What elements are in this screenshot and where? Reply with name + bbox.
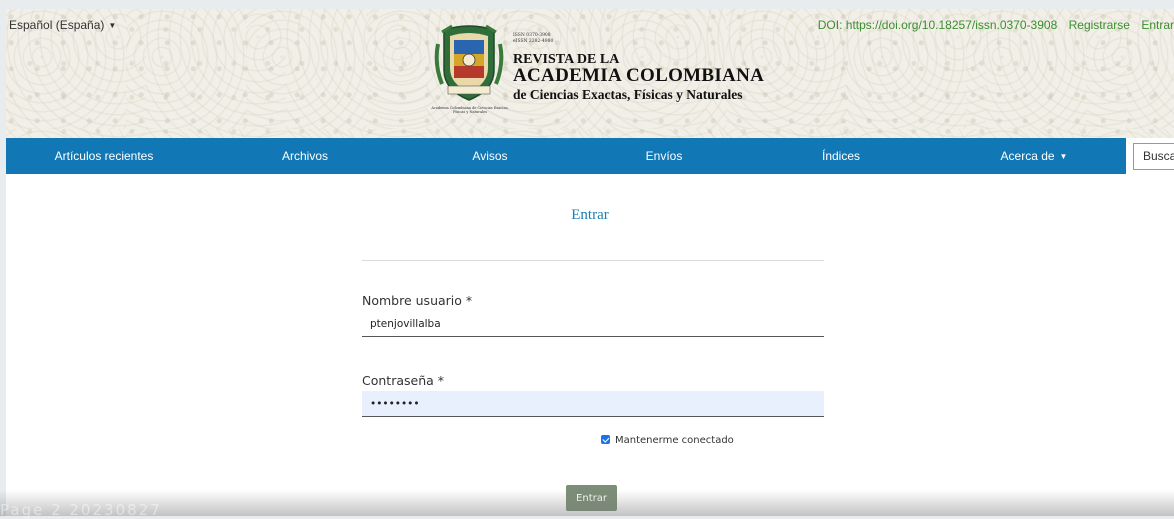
remember-me[interactable]: Mantenerme conectado (601, 435, 734, 446)
academy-crest-icon (434, 24, 504, 101)
site-header: Español (España) ▼ DOI: https://doi.org/1… (6, 9, 1174, 138)
chevron-down-icon: ▼ (108, 21, 117, 31)
doi-link[interactable]: DOI: https://doi.org/10.18257/issn.0370-… (818, 18, 1058, 32)
login-submit-button[interactable]: Entrar (566, 485, 617, 511)
nav-about-label: Acerca de (1000, 149, 1055, 163)
journal-logo[interactable]: Academia Colombiana de Ciencias Exactas,… (431, 24, 774, 129)
password-label: Contraseña * (362, 373, 445, 388)
journal-title-line2: ACADEMIA COLOMBIANA (513, 65, 765, 86)
nav-recent-articles[interactable]: Artículos recientes (55, 138, 154, 174)
nav-about[interactable]: Acerca de ▼ (1001, 138, 1068, 174)
nav-indexes[interactable]: Índices (822, 138, 860, 174)
username-input[interactable] (362, 311, 824, 337)
search-button[interactable]: Buscar (1133, 143, 1174, 170)
journal-title-line3: de Ciencias Exactas, Físicas y Naturales (513, 87, 743, 102)
main-nav: Artículos recientes Archivos Avisos Enví… (6, 138, 1126, 174)
language-label: Español (España) (9, 18, 105, 32)
password-input[interactable] (362, 391, 824, 417)
user-links: DOI: https://doi.org/10.18257/issn.0370-… (810, 18, 1174, 32)
issn-online: eISSN 2382-4980 (513, 39, 554, 44)
browser-page: Español (España) ▼ DOI: https://doi.org/1… (6, 9, 1174, 516)
form-divider (362, 260, 824, 261)
login-link[interactable]: Entrar (1141, 18, 1174, 32)
nav-archives[interactable]: Archivos (282, 138, 328, 174)
nav-announcements[interactable]: Avisos (472, 138, 507, 174)
remember-label: Mantenerme conectado (615, 435, 734, 446)
language-selector[interactable]: Español (España) ▼ (9, 18, 116, 32)
crest-caption: Academia Colombiana de Ciencias Exactas,… (431, 106, 509, 114)
username-label: Nombre usuario * (362, 293, 473, 308)
issn-block: ISSN 0370-3908 eISSN 2382-4980 (513, 33, 553, 45)
chevron-down-icon: ▼ (1059, 151, 1068, 161)
remember-checkbox[interactable] (601, 435, 610, 444)
nav-submissions[interactable]: Envíos (646, 138, 683, 174)
page-title: Entrar (571, 207, 609, 223)
register-link[interactable]: Registrarse (1069, 18, 1130, 32)
